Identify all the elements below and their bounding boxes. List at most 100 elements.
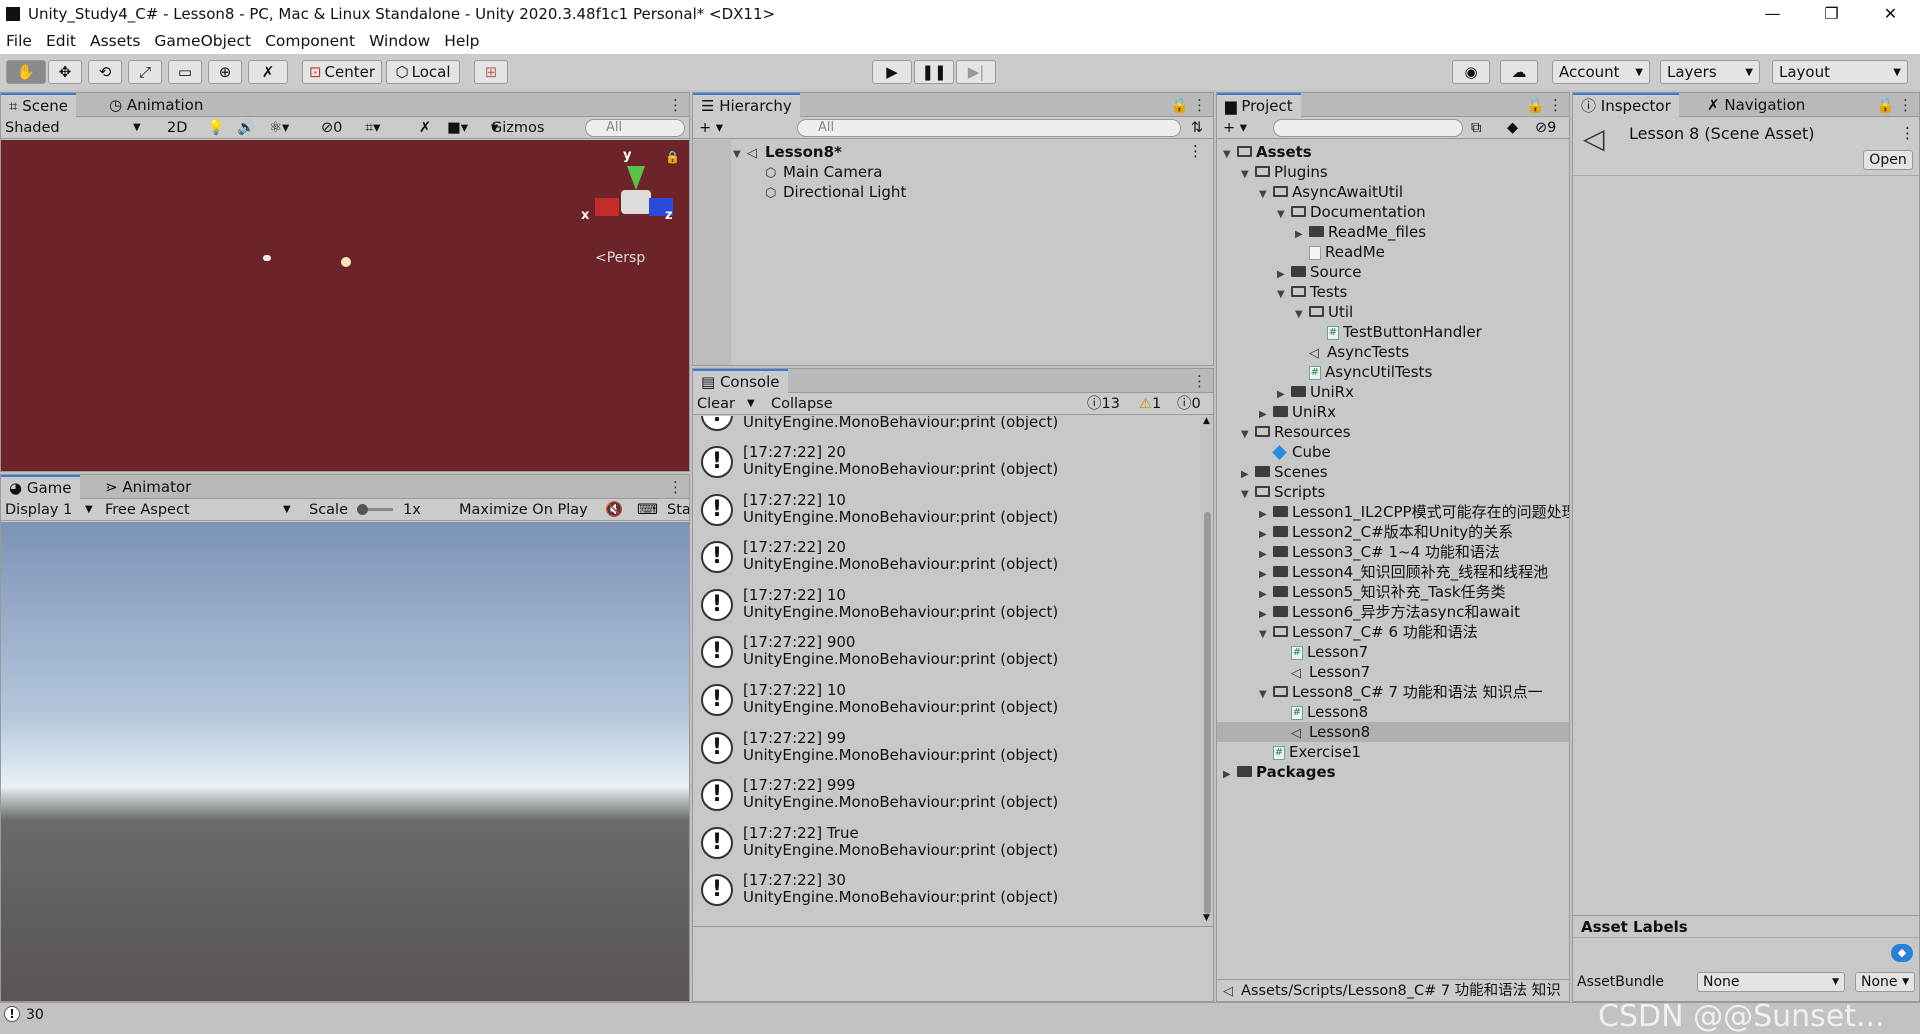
kebab-menu-icon[interactable]: ⋮ [1548,93,1563,117]
project-item[interactable]: ▼ AsyncAwaitUtil [1217,182,1569,202]
expand-arrow-icon[interactable]: ▶ [1223,765,1237,785]
project-item[interactable]: ▶ Lesson3_C# 1~4 功能和语法 [1217,542,1569,562]
grid-icon[interactable]: ⌗▾ [365,117,380,139]
log-entry[interactable]: ! [17:27:22] 999 UnityEngine.MonoBehaviour… [693,772,1199,819]
tools-icon[interactable]: ✗ [419,117,431,139]
scrollbar-thumb[interactable] [1204,512,1211,914]
play-button[interactable]: ▶ [872,60,912,84]
hierarchy-item[interactable]: ⬡ Main Camera [765,162,882,182]
project-search-input[interactable] [1273,119,1463,137]
hierarchy-item[interactable]: ⬡ Directional Light [765,182,906,202]
audio-icon[interactable]: 🔊 [237,117,255,139]
variant-dropdown[interactable]: None ▼ [1855,972,1915,992]
pivot-local-button[interactable]: ⬡ Local [386,60,460,84]
tab-inspector[interactable]: ⓘ Inspector [1573,93,1679,117]
project-item[interactable]: ▼ Plugins [1217,162,1569,182]
project-item[interactable]: ▶ Source [1217,262,1569,282]
project-item[interactable]: ▼ Resources [1217,422,1569,442]
project-item[interactable]: ▶ Lesson2_C#版本和Unity的关系 [1217,522,1569,542]
hidden-objects-icon[interactable]: ⊘ 0 [321,117,342,139]
step-button[interactable]: ▶| [956,60,996,84]
create-button[interactable]: + ▾ [699,117,723,139]
clear-button[interactable]: Clear [697,393,735,415]
tab-hierarchy[interactable]: ☰ Hierarchy [693,93,800,117]
scene-root[interactable]: ▼ ◁ Lesson8* [733,142,842,162]
menu-window[interactable]: Window [369,32,430,50]
project-item[interactable]: ▶ Packages [1217,762,1569,785]
project-item[interactable]: ▶ Lesson5_知识补充_Task任务类 [1217,582,1569,602]
project-tree[interactable]: ▼ Assets ▼ Plugins ▼ AsyncAwaitUtil ▼ Documenta… [1217,140,1569,942]
mute-audio-icon[interactable]: 🔇 [605,499,623,521]
project-item[interactable]: ◁ Lesson8 [1217,722,1569,742]
project-item[interactable]: # Lesson7 [1217,642,1569,662]
collapse-toggle[interactable]: Collapse [771,393,833,415]
tab-console[interactable]: ▤ Console [693,369,788,393]
console-scrollbar[interactable]: ▲ ▼ [1201,416,1213,926]
lock-icon[interactable]: 🔒 [1876,93,1895,117]
log-entry[interactable]: ! [17:27:22] 20 UnityEngine.MonoBehaviour:… [693,534,1199,581]
snap-icon[interactable]: ⊞ [474,60,508,84]
info-filter-toggle[interactable]: ⓘ 13 [1087,393,1120,415]
tab-animator[interactable]: ⋗ Animator [97,475,199,499]
filter-type-icon[interactable]: ⧉ [1471,117,1481,139]
project-item[interactable]: ▶ ReadMe_files [1217,222,1569,242]
clear-options-icon[interactable]: ▼ [747,393,755,415]
hidden-packages-icon[interactable]: ⊘ 9 [1535,117,1556,139]
scene-gizmo[interactable]: y x z [581,148,673,230]
stats-toggle[interactable]: Sta [667,499,689,521]
menu-assets[interactable]: Assets [90,32,140,50]
rotate-tool-icon[interactable]: ⟲ [88,60,122,84]
project-item[interactable]: ▼ Util [1217,302,1569,322]
kebab-menu-icon[interactable]: ⋮ [1192,369,1207,393]
hierarchy-search-input[interactable]: All [797,119,1181,137]
rect-tool-icon[interactable]: ▭ [168,60,202,84]
persp-label[interactable]: <Persp [595,250,645,266]
menu-file[interactable]: File [6,32,32,50]
log-entry[interactable]: ! [17:27:22] 10 UnityEngine.MonoBehaviour:… [693,677,1199,724]
log-entry[interactable]: ! [17:27:22] 30 UnityEngine.MonoBehaviour:… [693,867,1199,914]
camera-icon[interactable]: ■▾ [447,117,468,139]
lock-icon[interactable]: 🔒 [1170,93,1189,117]
scene-kebab-icon[interactable]: ⋮ [1188,142,1203,160]
gizmos-dropdown[interactable]: Gizmos ▾ [491,117,544,139]
lock-icon[interactable]: 🔒 [1526,93,1545,117]
project-item[interactable]: ▶ Lesson1_IL2CPP模式可能存在的问题处理 [1217,502,1569,522]
kebab-menu-icon[interactable]: ⋮ [1900,124,1915,142]
pause-button[interactable]: ❚❚ [914,60,954,84]
layout-dropdown[interactable]: Layout ▼ [1772,60,1908,84]
maximize-button[interactable]: ❐ [1802,0,1861,28]
project-item[interactable]: ▼ Scripts [1217,482,1569,502]
log-entry[interactable]: ! [17:27:22] 900 UnityEngine.MonoBehaviour… [693,629,1199,676]
project-item[interactable]: ▼ Lesson7_C# 6 功能和语法 [1217,622,1569,642]
maximize-on-play-toggle[interactable]: Maximize On Play [459,499,588,521]
project-item[interactable]: ▼ Tests [1217,282,1569,302]
project-item[interactable]: ▼ Documentation [1217,202,1569,222]
project-item[interactable]: # Exercise1 [1217,742,1569,762]
project-item[interactable]: ▶ Lesson6_异步方法async和await [1217,602,1569,622]
kebab-menu-icon[interactable]: ⋮ [668,93,683,117]
lighting-icon[interactable]: 💡 [207,117,225,139]
scale-tool-icon[interactable]: ⤢ [128,60,162,84]
close-button[interactable]: ✕ [1861,0,1920,28]
open-button[interactable]: Open [1863,150,1913,170]
collab-icon[interactable]: ◉ [1452,60,1490,84]
scale-slider-handle[interactable] [357,504,368,515]
project-item[interactable]: ReadMe [1217,242,1569,262]
log-entry[interactable]: ! [17:27:22] 10 UnityEngine.MonoBehaviour:… [693,487,1199,534]
project-item[interactable]: ◁ Lesson7 [1217,662,1569,682]
tab-navigation[interactable]: ✗ Navigation [1699,93,1813,117]
keyboard-icon[interactable]: ⌨ [637,499,658,521]
assetbundle-dropdown[interactable]: None ▼ [1697,972,1845,992]
account-dropdown[interactable]: Account ▼ [1552,60,1650,84]
create-button[interactable]: + ▾ [1223,117,1247,139]
tab-scene[interactable]: ⌗ Scene [1,93,76,117]
project-item[interactable]: ▶ UniRx [1217,382,1569,402]
project-item[interactable]: ▼ Assets [1217,142,1569,162]
filter-label-icon[interactable]: ◆ [1507,117,1518,139]
warning-filter-toggle[interactable]: ⚠ 1 [1139,393,1161,415]
effects-icon[interactable]: ⚛▾ [269,117,289,139]
console-log-list[interactable]: ! UnityEngine.MonoBehaviour:print (objec… [693,416,1201,926]
lock-icon[interactable]: 🔒 [665,150,680,164]
sort-icon[interactable]: ⇅ [1191,117,1203,139]
custom-tool-icon[interactable]: ✗ [248,60,288,84]
